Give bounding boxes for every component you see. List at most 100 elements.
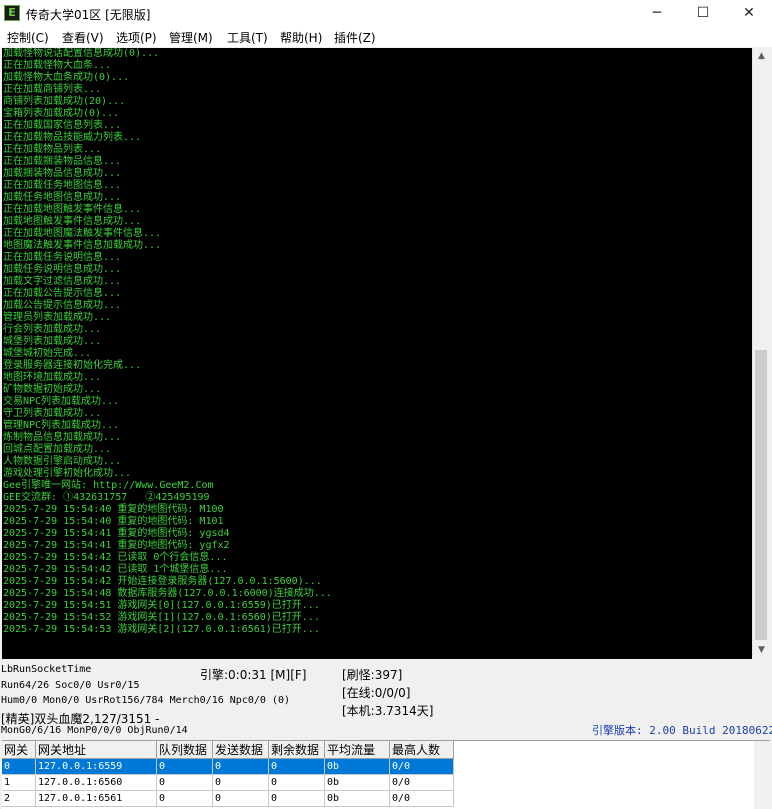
table-cell: 0 (269, 759, 325, 775)
gateway-table[interactable]: 网关 网关地址 队列数据 发送数据 剩余数据 平均流量 最高人数 0 127.0.… (2, 740, 770, 809)
mon-stats: MonG0/6/16 MonP0/0/0 ObjRun0/14 (1, 725, 188, 736)
scroll-thumb[interactable] (755, 350, 767, 640)
console-line: GEE交流群: ①432631757 ②425495199 (3, 492, 210, 503)
table-cell: 1 (2, 775, 36, 791)
table-row[interactable]: 0 127.0.0.1:6559 0 0 0 0b 0/0 (2, 759, 454, 775)
console-line: 2025-7-29 15:54:40 重复的地图代码: M101 (3, 516, 224, 527)
col-header-queue[interactable]: 队列数据 (157, 741, 213, 759)
col-header-sent[interactable]: 发送数据 (213, 741, 269, 759)
table-row[interactable]: 2 127.0.0.1:6561 0 0 0 0b 0/0 (2, 791, 454, 807)
console-line: 加载任务说明信息成功... (3, 264, 122, 275)
menu-manage[interactable]: 管理(M) (169, 29, 213, 46)
console-line: 登录服务器连接初始化完成... (3, 360, 142, 371)
menu-tools[interactable]: 工具(T) (227, 29, 268, 46)
status-panel: LbRunSocketTime 引擎:0:0:31 [M][F] [刷怪:397… (0, 661, 772, 739)
console-line: 2025-7-29 15:54:52 游戏网关[1](127.0.0.1:656… (3, 612, 320, 623)
console-line: 2025-7-29 15:54:42 开始连接登录服务器(127.0.0.1:5… (3, 576, 322, 587)
console-line: 管理NPC列表加载成功... (3, 420, 120, 431)
console-line: 炼制物品信息加载成功... (3, 432, 122, 443)
socket-time-label: LbRunSocketTime (1, 664, 92, 675)
console-line: 加载怪物说话配置信息成功(0)... (3, 48, 160, 59)
console-line: 正在加载怪物大血条... (3, 60, 112, 71)
console-line: 加载捆装物品信息成功... (3, 168, 122, 179)
console-line: 矿物数据初始成功... (3, 384, 102, 395)
console-line: 正在加载任务地图信息... (3, 180, 122, 191)
console-line: 正在加载物品列表... (3, 144, 102, 155)
menu-help[interactable]: 帮助(H) (280, 29, 322, 46)
table-cell: 0 (269, 791, 325, 807)
console-line: 加载怪物大血条成功(0)... (3, 72, 130, 83)
console-line: 城堡城初始完成... (3, 348, 92, 359)
console-line: 正在加载国家信息列表... (3, 120, 122, 131)
col-header-remaining[interactable]: 剩余数据 (269, 741, 325, 759)
table-cell: 0/0 (390, 791, 454, 807)
table-cell: 0 (2, 759, 36, 775)
table-cell: 0 (157, 791, 213, 807)
table-cell: 127.0.0.1:6560 (36, 775, 157, 791)
console-line: 行会列表加载成功... (3, 324, 102, 335)
title-bar: E 传奇大学01区 [无限版] ─ ☐ ✕ (0, 0, 772, 27)
engine-time: 引擎:0:0:31 [M][F] (200, 668, 307, 682)
table-cell: 0/0 (390, 775, 454, 791)
console-scrollbar[interactable]: ▲ ▼ (752, 48, 770, 659)
console-line: 正在加载物品技能威力列表... (3, 132, 142, 143)
console-line: 人物数据引擎启动成功... (3, 456, 122, 467)
minimize-button[interactable]: ─ (634, 0, 680, 27)
table-cell: 0 (213, 791, 269, 807)
scroll-down-icon[interactable]: ▼ (753, 642, 770, 659)
table-cell: 0/0 (390, 759, 454, 775)
console-line: 商铺列表加载成功(20)... (3, 96, 126, 107)
menu-bar: 控制(C) 查看(V) 选项(P) 管理(M) 工具(T) 帮助(H) 插件(Z… (0, 27, 772, 47)
console-line: 回城点配置加载成功... (3, 444, 112, 455)
console-line: 守卫列表加载成功... (3, 408, 102, 419)
col-header-address[interactable]: 网关地址 (36, 741, 157, 759)
table-cell: 0b (325, 775, 390, 791)
console-line: 2025-7-29 15:54:41 重复的地图代码: ygfx2 (3, 540, 230, 551)
online-count: [在线:0/0/0] (342, 686, 411, 700)
table-cell: 127.0.0.1:6561 (36, 791, 157, 807)
menu-control[interactable]: 控制(C) (7, 29, 49, 46)
table-cell: 0 (213, 775, 269, 791)
console-log[interactable]: 加载怪物说话配置信息成功(0)... 正在加载怪物大血条... 加载怪物大血条成功(… (2, 48, 752, 659)
refresh-monsters: [刷怪:397] (342, 668, 403, 682)
console-line: 正在加载捆装物品信息... (3, 156, 122, 167)
table-cell: 0b (325, 791, 390, 807)
col-header-avg-traffic[interactable]: 平均流量 (325, 741, 390, 759)
console-line: 管理员列表加载成功... (3, 312, 112, 323)
console-line: 2025-7-29 15:54:42 已读取 0个行会信息... (3, 552, 228, 563)
console-line: 2025-7-29 15:54:42 已读取 1个城堡信息... (3, 564, 228, 575)
scroll-up-icon[interactable]: ▲ (753, 48, 770, 65)
close-button[interactable]: ✕ (726, 0, 772, 27)
menu-options[interactable]: 选项(P) (116, 29, 157, 46)
table-scrollbar[interactable] (754, 741, 770, 809)
col-header-max-users[interactable]: 最高人数 (390, 741, 454, 759)
console-line: 2025-7-29 15:54:48 数据库服务器(127.0.0.1:6000… (3, 588, 332, 599)
console-line: 加载地图触发事件信息成功... (3, 216, 142, 227)
col-header-gateway[interactable]: 网关 (2, 741, 36, 759)
table-cell: 0 (157, 759, 213, 775)
console-line: 2025-7-29 15:54:41 重复的地图代码: ygsd4 (3, 528, 230, 539)
console-line: 正在加载任务说明信息... (3, 252, 122, 263)
window-title: 传奇大学01区 [无限版] (26, 8, 151, 22)
console-line: 正在加载商铺列表... (3, 84, 102, 95)
app-icon: E (4, 5, 20, 21)
run-stats: Run64/26 Soc0/0 Usr0/15 (1, 680, 140, 691)
menu-view[interactable]: 查看(V) (62, 29, 104, 46)
maximize-button[interactable]: ☐ (680, 0, 726, 27)
console-line: Gee引擎唯一网站: http://Www.GeeM2.Com (3, 480, 214, 491)
machine-uptime: [本机:3.7314天] (342, 704, 434, 718)
menu-plugins[interactable]: 插件(Z) (334, 29, 376, 46)
table-cell: 0 (213, 759, 269, 775)
console-line: 正在加载公告提示信息... (3, 288, 122, 299)
console-line: 加载公告提示信息成功... (3, 300, 122, 311)
table-cell: 2 (2, 791, 36, 807)
console-line: 正在加载地图触发事件信息... (3, 204, 142, 215)
console-line: 宝箱列表加载成功(0)... (3, 108, 120, 119)
hum-stats: Hum0/0 Mon0/0 UsrRot156/784 Merch0/16 Np… (1, 695, 290, 706)
console-line: 地图环境加载成功... (3, 372, 102, 383)
console-line: 2025-7-29 15:54:40 重复的地图代码: M100 (3, 504, 224, 515)
console-line: 2025-7-29 15:54:53 游戏网关[2](127.0.0.1:656… (3, 624, 320, 635)
table-row[interactable]: 1 127.0.0.1:6560 0 0 0 0b 0/0 (2, 775, 454, 791)
console-line: 正在加载地图魔法触发事件信息... (3, 228, 162, 239)
console-line: 加载任务地图信息成功... (3, 192, 122, 203)
